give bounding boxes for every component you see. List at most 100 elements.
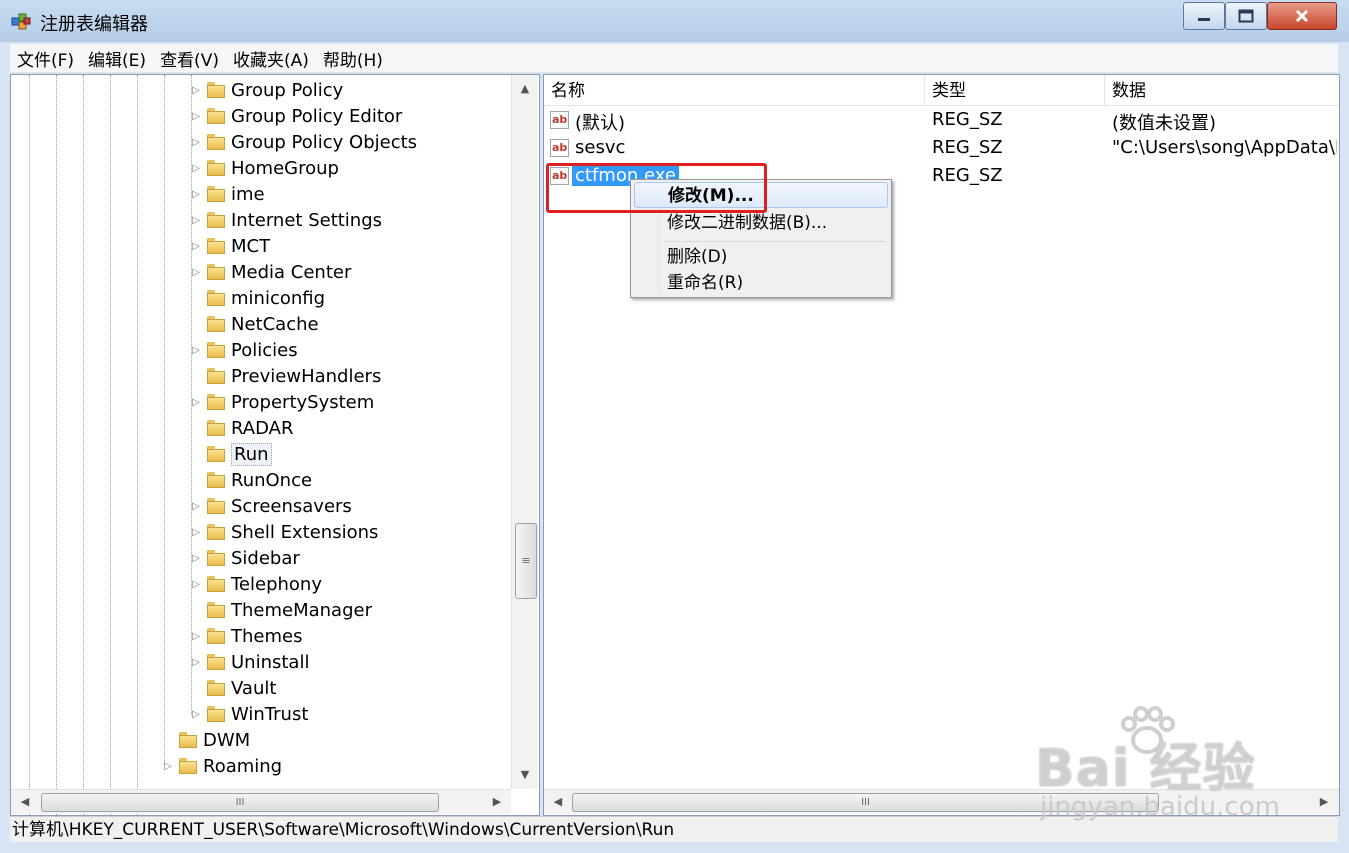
tree-item[interactable]: ▷ Policies [189, 337, 298, 363]
menu-edit[interactable]: 编辑(E) [81, 46, 153, 71]
value-row[interactable]: ab sesvc REG_SZ "C:\Users\song\AppData\R [544, 135, 1339, 163]
expand-arrow-icon[interactable]: ▷ [189, 527, 203, 538]
tree-item[interactable]: miniconfig [189, 285, 325, 311]
close-button[interactable] [1267, 2, 1337, 30]
tree-item-label: Shell Extensions [231, 521, 379, 543]
menu-favorites[interactable]: 收藏夹(A) [226, 46, 316, 71]
menu-help[interactable]: 帮助(H) [316, 46, 390, 71]
expand-arrow-icon[interactable]: ▷ [189, 397, 203, 408]
menu-file[interactable]: 文件(F) [10, 46, 81, 71]
folder-icon [179, 758, 197, 774]
scroll-left-arrow-icon[interactable]: ◀ [13, 790, 37, 814]
tree-item[interactable]: PreviewHandlers [189, 363, 381, 389]
context-menu-modify-binary[interactable]: 修改二进制数据(B)... [634, 210, 888, 236]
expand-arrow-icon[interactable]: ▷ [189, 137, 203, 148]
tree-item[interactable]: RADAR [189, 415, 293, 441]
scroll-left-arrow-icon[interactable]: ◀ [546, 790, 570, 814]
expand-arrow-icon[interactable]: ▷ [189, 657, 203, 668]
expand-arrow-icon[interactable]: ▷ [189, 709, 203, 720]
tree-item[interactable]: ▷ ime [189, 181, 264, 207]
value-data: "C:\Users\song\AppData\R [1112, 137, 1337, 158]
maximize-button[interactable] [1225, 2, 1267, 30]
expand-arrow-icon[interactable]: ▷ [189, 215, 203, 226]
expand-arrow-icon[interactable]: ▷ [189, 111, 203, 122]
expand-arrow-icon[interactable]: ▷ [189, 553, 203, 564]
tree-item[interactable]: ▷ Shell Extensions [189, 519, 378, 545]
folder-icon [207, 368, 225, 384]
tree-item[interactable]: ▷ Media Center [189, 259, 351, 285]
value-name: sesvc [575, 137, 626, 158]
tree-item[interactable]: ▷ Roaming [161, 753, 282, 779]
tree-scroll-thumb[interactable]: ≡ [515, 523, 537, 599]
tree-item[interactable]: ▷ Themes [189, 623, 302, 649]
expand-arrow-icon[interactable]: ▷ [189, 267, 203, 278]
value-type: REG_SZ [932, 165, 1003, 186]
tree-item[interactable]: ▷ Screensavers [189, 493, 352, 519]
expand-arrow-icon[interactable]: ▷ [189, 631, 203, 642]
tree-hscroll-thumb[interactable]: III [41, 793, 439, 812]
expand-arrow-icon[interactable]: ▷ [189, 345, 203, 356]
tree-item[interactable]: Run [189, 441, 272, 467]
scroll-right-arrow-icon[interactable]: ▶ [485, 790, 509, 814]
tree-item-label: Vault [231, 677, 277, 699]
folder-icon [207, 524, 225, 540]
tree-vertical-scrollbar[interactable]: ▲ ≡ ▼ [511, 75, 538, 789]
tree-item[interactable]: ▷ Internet Settings [189, 207, 382, 233]
expand-arrow-icon[interactable]: ▷ [189, 85, 203, 96]
tree-item[interactable]: ▷ Telephony [189, 571, 322, 597]
tree-item[interactable]: RunOnce [189, 467, 312, 493]
expand-arrow-icon[interactable]: ▷ [189, 163, 203, 174]
folder-icon [207, 290, 225, 306]
expand-arrow-icon[interactable]: ▷ [161, 761, 175, 772]
tree-item-label: Sidebar [231, 547, 300, 569]
menu-view[interactable]: 查看(V) [153, 46, 226, 71]
folder-icon [207, 238, 225, 254]
expand-arrow-icon[interactable]: ▷ [189, 501, 203, 512]
column-header-data[interactable]: 数据 [1105, 75, 1339, 105]
column-header-type[interactable]: 类型 [925, 75, 1105, 105]
title-bar: 注册表编辑器 [0, 0, 1349, 42]
tree-item-label: ThemeManager [231, 599, 372, 621]
tree-item[interactable]: Vault [189, 675, 276, 701]
scroll-right-arrow-icon[interactable]: ▶ [1312, 790, 1336, 814]
folder-icon [207, 706, 225, 722]
context-menu-rename[interactable]: 重命名(R) [634, 270, 888, 296]
tree-item[interactable]: ▷ Uninstall [189, 649, 309, 675]
tree-item-label: Run [231, 442, 272, 466]
tree-item-label: Policies [231, 339, 298, 361]
watermark-brand: Bai 经验 [1035, 739, 1256, 799]
value-row[interactable]: ab (默认) REG_SZ (数值未设置) [544, 107, 1339, 135]
folder-icon [207, 342, 225, 358]
tree-item[interactable]: ▷ Group Policy Objects [189, 129, 417, 155]
minimize-button[interactable] [1183, 2, 1225, 30]
menu-bar: 文件(F) 编辑(E) 查看(V) 收藏夹(A) 帮助(H) [10, 44, 1338, 73]
column-header-name[interactable]: 名称 [544, 75, 925, 105]
status-path: 计算机\HKEY_CURRENT_USER\Software\Microsoft… [12, 820, 675, 840]
tree-item-label: Internet Settings [231, 209, 383, 231]
tree-item[interactable]: DWM [161, 727, 250, 753]
key-tree-pane[interactable]: ▷ Group Policy ▷ Group Policy Editor ▷ Group … [10, 74, 540, 816]
tree-item-label: Media Center [231, 261, 352, 283]
expand-arrow-icon[interactable]: ▷ [189, 579, 203, 590]
tree-item-label: Group Policy Objects [231, 131, 418, 153]
expand-arrow-icon[interactable]: ▷ [189, 189, 203, 200]
folder-icon [207, 160, 225, 176]
string-value-icon: ab [550, 111, 569, 129]
folder-icon [207, 654, 225, 670]
context-menu-delete[interactable]: 删除(D) [634, 244, 888, 270]
tree-item[interactable]: ▷ WinTrust [189, 701, 308, 727]
scroll-up-arrow-icon[interactable]: ▲ [512, 77, 538, 101]
scroll-down-arrow-icon[interactable]: ▼ [512, 763, 538, 787]
tree-item[interactable]: ▷ PropertySystem [189, 389, 374, 415]
tree-item[interactable]: ▷ Sidebar [189, 545, 300, 571]
tree-item[interactable]: ThemeManager [189, 597, 372, 623]
tree-item[interactable]: NetCache [189, 311, 319, 337]
tree-item-label: DWM [203, 729, 251, 751]
tree-item[interactable]: ▷ Group Policy Editor [189, 103, 402, 129]
expand-arrow-icon[interactable]: ▷ [189, 241, 203, 252]
tree-item[interactable]: ▷ Group Policy [189, 77, 343, 103]
folder-icon [207, 394, 225, 410]
tree-horizontal-scrollbar[interactable]: ◀ III ▶ [11, 789, 511, 814]
tree-item[interactable]: ▷ MCT [189, 233, 270, 259]
tree-item[interactable]: ▷ HomeGroup [189, 155, 339, 181]
